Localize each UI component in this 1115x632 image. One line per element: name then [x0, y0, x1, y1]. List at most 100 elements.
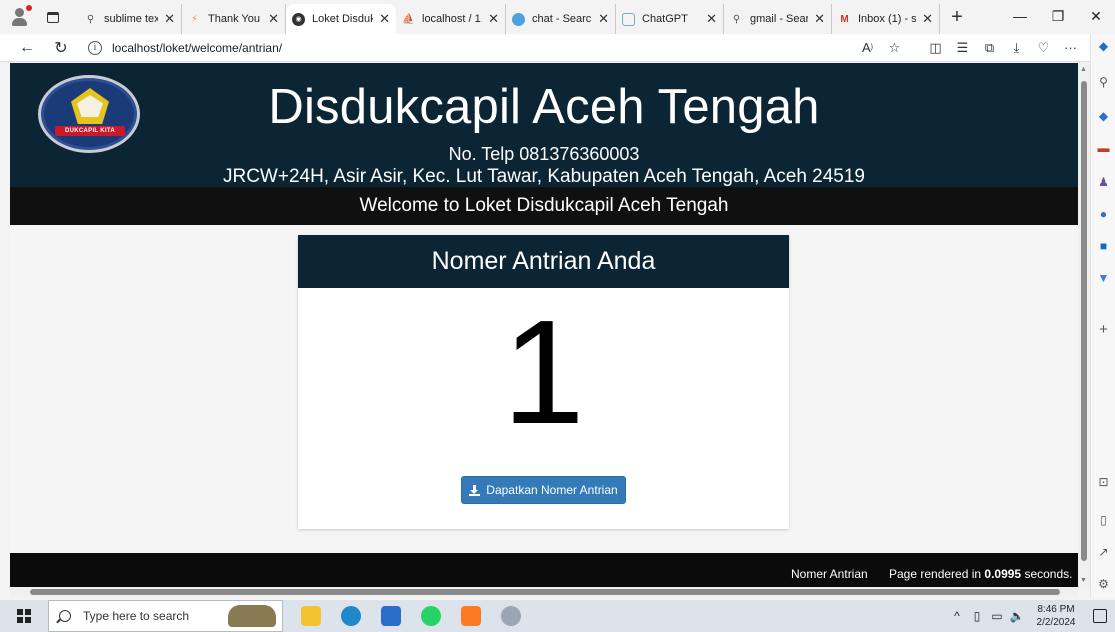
scroll-up-arrow-icon[interactable]: ▲: [1080, 66, 1087, 73]
office-icon[interactable]: ●: [1096, 206, 1111, 221]
outlook-icon[interactable]: ■: [1096, 238, 1111, 253]
horizontal-scrollbar[interactable]: [10, 587, 1078, 597]
render-time-text: Page rendered in 0.0995 seconds.: [889, 567, 1073, 581]
favorites-list-icon[interactable]: ☰: [949, 36, 976, 60]
queue-card-title: Nomer Antrian Anda: [298, 235, 789, 288]
profile-avatar-icon[interactable]: [6, 2, 36, 32]
search-icon: ⚲: [732, 13, 741, 25]
taskbar-clock[interactable]: 8:46 PM 2/2/2024: [1027, 603, 1085, 629]
sidebar-toggle-icon[interactable]: ▯: [1096, 512, 1111, 527]
drop-icon[interactable]: ▼: [1096, 270, 1111, 285]
tab-chatgpt[interactable]: ChatGPT ✕: [616, 4, 724, 34]
copilot-icon: [512, 12, 525, 26]
refresh-icon[interactable]: ↻: [44, 35, 78, 61]
get-queue-number-button[interactable]: Dapatkan Nomer Antrian: [461, 476, 626, 504]
open-external-icon[interactable]: ↗: [1096, 544, 1111, 559]
tab-chat-search[interactable]: chat - Search ✕: [506, 4, 616, 34]
settings-gear-icon[interactable]: ⚙: [1096, 576, 1111, 591]
browser-essentials-icon[interactable]: ♡: [1030, 36, 1057, 60]
back-arrow-icon[interactable]: ←: [10, 35, 44, 61]
site-info-icon[interactable]: i: [88, 40, 102, 55]
download-icon: [469, 484, 481, 496]
site-phone: No. Telp 081376360003: [448, 144, 640, 164]
screenshot-icon[interactable]: ⊡: [1096, 474, 1111, 489]
restore-icon[interactable]: ❐: [1039, 0, 1077, 32]
add-sidebar-icon[interactable]: +: [1096, 321, 1111, 338]
downloads-icon[interactable]: ⤓: [1003, 36, 1030, 60]
site-title: Disdukcapil Aceh Tengah: [268, 80, 820, 134]
close-window-icon[interactable]: ✕: [1077, 0, 1115, 32]
page-viewport: DUKCAPIL KITA Disdukcapil Aceh Tengah No…: [10, 63, 1078, 587]
site-header: DUKCAPIL KITA Disdukcapil Aceh Tengah No…: [10, 63, 1078, 187]
clock-time: 8:46 PM: [1037, 604, 1075, 615]
close-tab-icon[interactable]: ✕: [706, 11, 717, 27]
window-controls: — ❐ ✕: [1001, 0, 1115, 32]
network-icon[interactable]: ▭: [987, 609, 1007, 623]
tab-actions-icon[interactable]: [42, 6, 64, 28]
address-bar: ← ↻ i localhost/loket/welcome/antrian/ A…: [0, 34, 1090, 62]
new-tab-button[interactable]: +: [944, 4, 970, 30]
get-queue-number-label: Dapatkan Nomer Antrian: [486, 483, 618, 497]
microsoft-store-icon[interactable]: [371, 600, 411, 632]
whatsapp-icon[interactable]: [411, 600, 451, 632]
close-tab-icon[interactable]: ✕: [488, 11, 499, 27]
minimize-icon[interactable]: —: [1001, 0, 1039, 32]
scroll-down-arrow-icon[interactable]: ▼: [1080, 577, 1087, 584]
close-tab-icon[interactable]: ✕: [164, 11, 175, 27]
split-screen-icon[interactable]: ◫: [922, 36, 949, 60]
read-aloud-icon[interactable]: A): [854, 36, 881, 60]
search-icon: [59, 610, 71, 622]
taskbar-search-placeholder: Type here to search: [83, 609, 190, 623]
footer-link-nomer-antrian[interactable]: Nomer Antrian: [791, 567, 868, 581]
close-tab-icon[interactable]: ✕: [814, 11, 825, 27]
url-field[interactable]: i localhost/loket/welcome/antrian/: [88, 36, 854, 60]
windows-start-icon[interactable]: [0, 600, 48, 632]
games-icon[interactable]: ♟: [1096, 174, 1111, 189]
close-tab-icon[interactable]: ✕: [268, 11, 279, 27]
tab-thank-you[interactable]: ⚡ Thank You - ✕: [182, 4, 286, 34]
site-footer: Nomer Antrian Page rendered in 0.0995 se…: [10, 553, 1078, 587]
close-tab-icon[interactable]: ✕: [598, 11, 609, 27]
file-explorer-icon[interactable]: [291, 600, 331, 632]
battery-icon[interactable]: ▯: [967, 609, 987, 623]
chatgpt-icon: [622, 12, 635, 26]
bolt-icon: ⚡: [190, 13, 199, 25]
tab-localhost-phpmyadmin[interactable]: ⛵ localhost / 1. ✕: [396, 4, 506, 34]
tab-gmail-search[interactable]: ⚲ gmail - Searc ✕: [724, 4, 832, 34]
edge-browser-icon[interactable]: [331, 600, 371, 632]
queue-card: Nomer Antrian Anda 1 Dapatkan Nomer Antr…: [298, 235, 789, 529]
toolbar-divider: [908, 36, 922, 60]
tray-chevron-up-icon[interactable]: ^: [947, 609, 967, 623]
volume-icon[interactable]: 🔈: [1007, 609, 1027, 623]
url-text: localhost/loket/welcome/antrian/: [112, 40, 283, 55]
tag-icon[interactable]: ◆: [1096, 108, 1111, 123]
horizontal-scroll-thumb[interactable]: [30, 589, 1060, 595]
vertical-scrollbar[interactable]: ▲ ▼: [1078, 63, 1090, 587]
clock-date: 2/2/2024: [1036, 617, 1076, 628]
copilot-icon[interactable]: ◆: [1096, 38, 1111, 53]
paint-icon[interactable]: [491, 600, 531, 632]
tab-sublime-text[interactable]: ⚲ sublime text ✕: [78, 4, 182, 34]
queue-number: 1: [502, 290, 585, 455]
close-tab-icon[interactable]: ✕: [922, 11, 933, 27]
globe-icon: ◉: [292, 12, 305, 26]
notification-center-icon[interactable]: [1085, 609, 1115, 623]
search-icon: ⚲: [86, 13, 95, 25]
search-icon[interactable]: ⚲: [1096, 74, 1111, 89]
taskbar-search-box[interactable]: Type here to search: [48, 600, 283, 632]
system-tray: ^ ▯ ▭ 🔈 8:46 PM 2/2/2024: [947, 603, 1115, 629]
windows-taskbar: Type here to search ^ ▯ ▭ 🔈 8:46 PM 2/2/…: [0, 600, 1115, 632]
favorite-star-icon[interactable]: ☆: [881, 36, 908, 60]
toolbox-icon[interactable]: ▬: [1096, 140, 1111, 155]
site-address: JRCW+24H, Asir Asir, Kec. Lut Tawar, Kab…: [222, 166, 865, 187]
close-tab-icon[interactable]: ✕: [379, 11, 390, 27]
browser-toolbar: A) ☆ ◫ ☰ ⧉ ⤓ ♡ ···: [854, 36, 1084, 60]
vertical-scroll-thumb[interactable]: [1081, 81, 1087, 561]
tab-inbox-gmail[interactable]: M Inbox (1) - sa ✕: [832, 4, 940, 34]
tab-loket-disdukcapil[interactable]: ◉ Loket Disduk ✕: [286, 4, 396, 34]
xampp-icon[interactable]: [451, 600, 491, 632]
edge-sidebar: ◆ ⚲ ◆ ▬ ♟ ● ■ ▼ + ⊡ ▯ ↗ ⚙: [1090, 34, 1115, 598]
collections-icon[interactable]: ⧉: [976, 36, 1003, 60]
gmail-icon: M: [840, 13, 849, 25]
more-menu-icon[interactable]: ···: [1057, 36, 1084, 60]
